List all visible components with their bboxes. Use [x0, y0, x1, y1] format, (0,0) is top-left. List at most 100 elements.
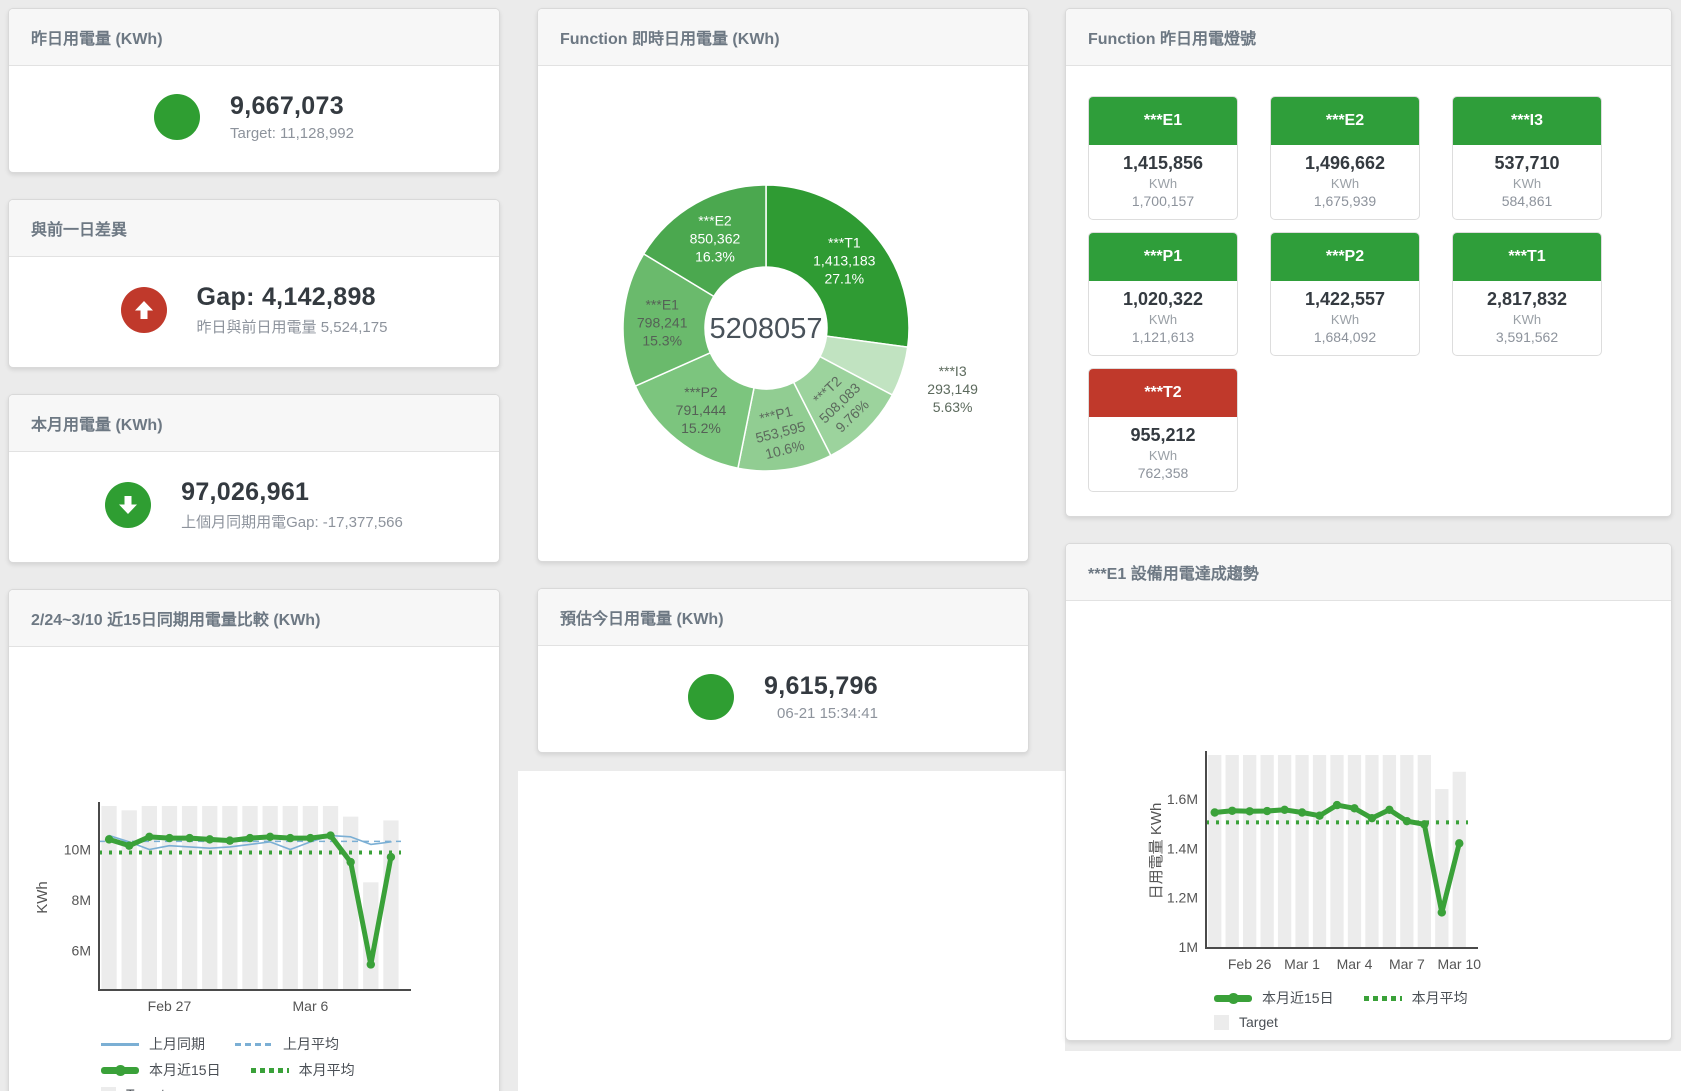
- x-tick-label: Feb 26: [1228, 956, 1272, 972]
- legend-item: Target: [101, 1086, 165, 1091]
- series-point: [326, 831, 334, 839]
- target-bar: [1208, 755, 1221, 947]
- status-tile: ***E21,496,662KWh1,675,939: [1270, 96, 1420, 220]
- tile-target-value: 1,684,092: [1275, 329, 1415, 345]
- y-tick-label: 6M: [72, 943, 91, 959]
- target-bar: [1435, 789, 1448, 947]
- tile-value: 2,817,832: [1457, 289, 1597, 310]
- card-title: ***E1 設備用電達成趨勢: [1066, 544, 1671, 601]
- target-bar: [1383, 755, 1396, 947]
- legend-item: 本月近15日: [1214, 988, 1334, 1008]
- tile-target-value: 1,121,613: [1093, 329, 1233, 345]
- tile-unit: KWh: [1093, 448, 1233, 463]
- left-column: 昨日用電量 (KWh) 9,667,073 Target: 11,128,992…: [0, 0, 518, 1091]
- tile-body: 1,422,557 KWh 1,684,092: [1271, 281, 1419, 355]
- card-title: 昨日用電量 (KWh): [9, 9, 499, 66]
- legend-item: 本月平均: [1364, 988, 1468, 1008]
- tile-label: ***E2: [1271, 97, 1419, 145]
- series-point: [266, 833, 274, 841]
- tile-value: 955,212: [1093, 425, 1233, 446]
- tile-label: ***E1: [1089, 97, 1237, 145]
- target-bar: [101, 806, 116, 989]
- tile-unit: KWh: [1275, 312, 1415, 327]
- tile-value: 537,710: [1457, 153, 1597, 174]
- arrow-up-icon: [121, 287, 167, 333]
- series-point: [306, 834, 314, 842]
- stat-timestamp: 06-21 15:34:41: [764, 705, 878, 722]
- tile-label: ***I3: [1453, 97, 1601, 145]
- legend-item: 上月平均: [235, 1034, 339, 1054]
- series-point: [1385, 806, 1393, 814]
- tile-value: 1,422,557: [1275, 289, 1415, 310]
- series-point: [1298, 808, 1306, 816]
- series-point: [1438, 908, 1446, 916]
- target-bar: [1313, 755, 1326, 947]
- series-point: [1245, 807, 1253, 815]
- card-e1-trend-chart: ***E1 設備用電達成趨勢 1M1.2M1.4M1.6MFeb 26Mar 1…: [1065, 543, 1672, 1041]
- series-point: [346, 858, 354, 866]
- y-tick-label: 1M: [1179, 939, 1198, 955]
- tile-target-value: 3,591,562: [1457, 329, 1597, 345]
- target-bar: [1400, 755, 1413, 947]
- series-point: [165, 834, 173, 842]
- series-point: [206, 835, 214, 843]
- card-title: 預估今日用電量 (KWh): [538, 589, 1028, 646]
- card-title: 與前一日差異: [9, 200, 499, 257]
- series-point: [367, 960, 375, 968]
- legend-box-swatch: [101, 1087, 116, 1091]
- series-point: [286, 834, 294, 842]
- arrow-down-icon: [105, 482, 151, 528]
- status-circle-icon: [154, 94, 200, 140]
- stat-body: 97,026,961 上個月同期用電Gap: -17,377,566: [9, 452, 499, 562]
- tile-target-value: 1,675,939: [1275, 193, 1415, 209]
- x-tick-label: Mar 7: [1389, 956, 1425, 972]
- legend-label: 上月同期: [149, 1034, 205, 1054]
- legend-label: 上月平均: [283, 1034, 339, 1054]
- legend-line-swatch: [101, 1043, 139, 1046]
- legend-label: 本月近15日: [149, 1060, 221, 1080]
- legend-item: 本月平均: [251, 1060, 355, 1080]
- series-point: [246, 834, 254, 842]
- status-tiles-grid: ***E11,415,856KWh1,700,157***E21,496,662…: [1066, 66, 1671, 516]
- legend-label: 本月平均: [299, 1060, 355, 1080]
- series-point: [185, 834, 193, 842]
- legend-label: Target: [1239, 1014, 1278, 1030]
- tile-label: ***T1: [1453, 233, 1601, 281]
- tile-value: 1,415,856: [1093, 153, 1233, 174]
- target-bar: [1348, 755, 1361, 947]
- tile-body: 1,020,322KWh1,121,613: [1089, 281, 1237, 355]
- series-point: [1420, 820, 1428, 828]
- legend-row: 上月同期 上月平均: [101, 1034, 499, 1054]
- y-tick-label: 1.2M: [1167, 890, 1198, 906]
- compare-15day-chart: 6M8M10MFeb 27Mar 6KWh上月同期上月平均本月近15日本月平均T…: [9, 647, 499, 1091]
- series-point: [1211, 808, 1219, 816]
- y-tick-label: 8M: [72, 892, 91, 908]
- card-yesterday-usage: 昨日用電量 (KWh) 9,667,073 Target: 11,128,992: [8, 8, 500, 173]
- tile-body: 955,212KWh762,358: [1089, 417, 1237, 491]
- target-bar: [222, 806, 237, 989]
- stat-value: 9,667,073: [230, 92, 354, 121]
- target-bar: [283, 806, 298, 989]
- legend-label: 本月近15日: [1262, 988, 1334, 1008]
- stat-value: 97,026,961: [181, 478, 403, 507]
- target-bar: [182, 806, 197, 989]
- x-tick-label: Mar 10: [1437, 956, 1481, 972]
- status-tile: ***T2955,212KWh762,358: [1088, 368, 1238, 492]
- status-tile: ***I3537,710KWh584,861: [1452, 96, 1602, 220]
- legend-item: 上月同期: [101, 1034, 205, 1054]
- status-tile: ***P21,422,557KWh1,684,092: [1270, 232, 1420, 356]
- series-point: [226, 836, 234, 844]
- target-bar: [162, 806, 177, 989]
- middle-column: Function 即時日用電量 (KWh) ***T11,413,18327.1…: [518, 0, 1065, 771]
- stat-subtext: 昨日與前日用電量 5,524,175: [197, 316, 388, 337]
- target-bar: [1278, 755, 1291, 947]
- tile-unit: KWh: [1093, 312, 1233, 327]
- legend-dots-swatch: [251, 1068, 289, 1073]
- x-tick-label: Mar 6: [293, 998, 329, 1014]
- legend-row: 本月近15日 本月平均: [1214, 988, 1671, 1008]
- target-bar: [343, 817, 358, 989]
- tile-body: 2,817,832KWh3,591,562: [1453, 281, 1601, 355]
- status-tile: ***T12,817,832KWh3,591,562: [1452, 232, 1602, 356]
- x-tick-label: Mar 4: [1337, 956, 1373, 972]
- tile-target-value: 584,861: [1457, 193, 1597, 209]
